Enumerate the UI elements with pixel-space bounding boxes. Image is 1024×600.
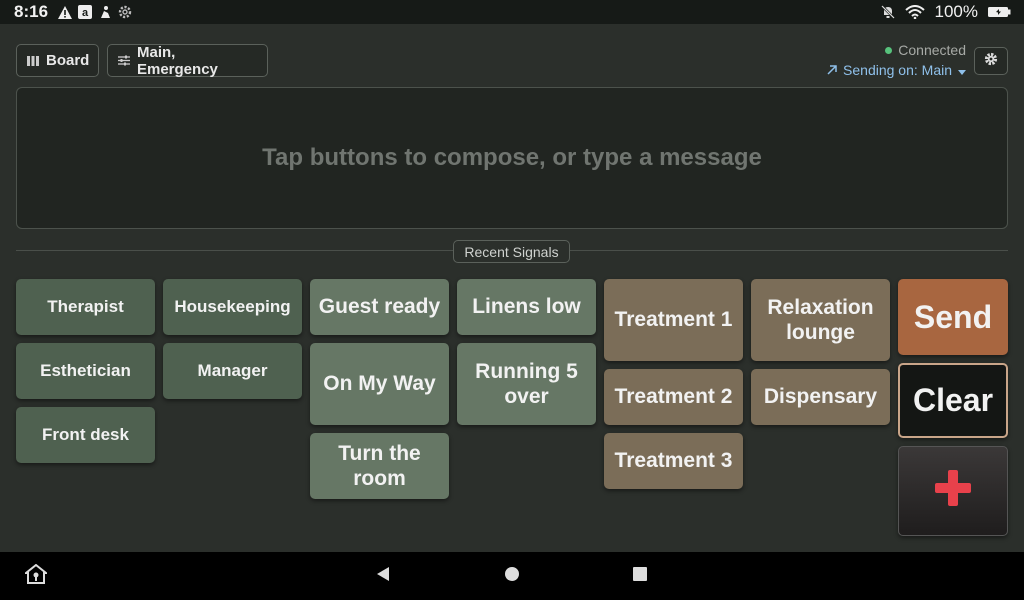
connected-dot-icon: [885, 46, 893, 54]
message-compose-input[interactable]: Tap buttons to compose, or type a messag…: [16, 87, 1008, 229]
sending-on-label: Sending on: Main: [843, 62, 952, 78]
home-circle-icon: [504, 566, 520, 587]
status-bar: 8:16 a 100%: [0, 0, 1024, 24]
role-tile-housekeeping[interactable]: Housekeeping: [163, 279, 302, 335]
channels-button[interactable]: Main, Emergency: [107, 43, 268, 78]
message-tile-guest-ready[interactable]: Guest ready: [310, 279, 449, 335]
back-triangle-icon: [375, 566, 391, 587]
gear-icon: [984, 52, 998, 71]
recents-button[interactable]: [625, 552, 655, 600]
clear-button[interactable]: Clear: [898, 363, 1008, 438]
wifi-icon: [904, 5, 925, 19]
person-icon: [98, 5, 112, 19]
arrow-up-right-icon: [827, 62, 837, 78]
message-tile-turn-the-room[interactable]: Turn the room: [310, 433, 449, 499]
sending-on-selector[interactable]: Sending on: Main: [827, 62, 966, 78]
board-button[interactable]: Board: [16, 44, 99, 77]
channels-button-label: Main, Emergency: [137, 43, 218, 78]
room-tile-treatment-1[interactable]: Treatment 1: [604, 279, 743, 361]
svg-text:a: a: [82, 7, 89, 19]
role-tile-esthetician[interactable]: Esthetician: [16, 343, 155, 399]
room-tile-treatment-3[interactable]: Treatment 3: [604, 433, 743, 489]
settings-button[interactable]: [974, 47, 1008, 75]
connection-info: Connected Sending on: Main: [827, 42, 966, 78]
battery-icon: [988, 5, 1012, 19]
system-nav-bar: [0, 552, 1024, 600]
bell-off-icon: [880, 5, 895, 19]
message-tile-running-over[interactable]: Running 5 over: [457, 343, 596, 425]
sliders-icon: [118, 55, 130, 66]
battery-percent: 100%: [934, 2, 978, 21]
board-button-label: Board: [46, 52, 90, 69]
recent-signals-button[interactable]: Recent Signals: [453, 240, 570, 263]
back-button[interactable]: [368, 552, 398, 600]
send-button[interactable]: Send: [898, 279, 1008, 355]
board-icon: [27, 55, 39, 66]
home-assistant-button[interactable]: [20, 552, 52, 600]
settings-icon: [118, 5, 132, 19]
caret-down-icon: [958, 62, 966, 78]
room-tile-relaxation-lounge[interactable]: Relaxation lounge: [751, 279, 890, 361]
warning-icon: [58, 5, 73, 19]
recents-square-icon: [632, 566, 648, 587]
role-tile-therapist[interactable]: Therapist: [16, 279, 155, 335]
connection-status: Connected: [898, 42, 966, 58]
role-tile-manager[interactable]: Manager: [163, 343, 302, 399]
message-tile-linens-low[interactable]: Linens low: [457, 279, 596, 335]
role-tile-front-desk[interactable]: Front desk: [16, 407, 155, 463]
room-tile-treatment-2[interactable]: Treatment 2: [604, 369, 743, 425]
room-tile-dispensary[interactable]: Dispensary: [751, 369, 890, 425]
message-tile-on-my-way[interactable]: On My Way: [310, 343, 449, 425]
compose-placeholder: Tap buttons to compose, or type a messag…: [262, 144, 762, 171]
red-cross-icon: [933, 468, 973, 513]
clock: 8:16: [14, 2, 49, 21]
notification-icons: a: [58, 5, 132, 19]
amazon-icon: a: [78, 5, 93, 19]
house-icon: [23, 563, 49, 589]
home-button[interactable]: [497, 552, 527, 600]
emergency-button[interactable]: [898, 446, 1008, 536]
